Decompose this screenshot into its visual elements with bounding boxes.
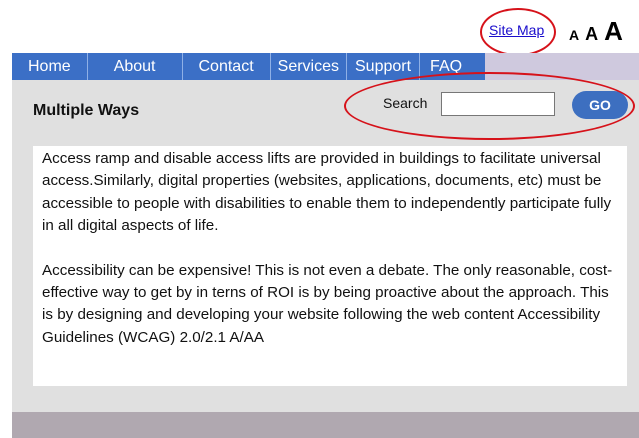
top-bar: Site Map A A A [0, 0, 639, 56]
page-title: Multiple Ways [33, 102, 140, 119]
search-highlight-ring [344, 72, 635, 140]
content-panel: Access ramp and disable access lifts are… [33, 146, 627, 386]
footer-bar [12, 412, 639, 438]
font-size-small-button[interactable]: A [569, 27, 579, 43]
nav-item-contact[interactable]: Contact [183, 53, 271, 80]
nav-item-services[interactable]: Services [271, 53, 347, 80]
font-size-controls: A A A [569, 16, 623, 47]
nav-item-support[interactable]: Support [347, 53, 421, 80]
font-size-large-button[interactable]: A [604, 16, 623, 47]
site-map-highlight-ring [480, 8, 556, 56]
nav-item-about[interactable]: About [88, 53, 183, 80]
font-size-medium-button[interactable]: A [585, 24, 598, 45]
content-paragraph: Accessibility can be expensive! This is … [42, 261, 613, 346]
nav-item-home[interactable]: Home [12, 53, 88, 80]
content-paragraph: Access ramp and disable access lifts are… [42, 150, 612, 235]
